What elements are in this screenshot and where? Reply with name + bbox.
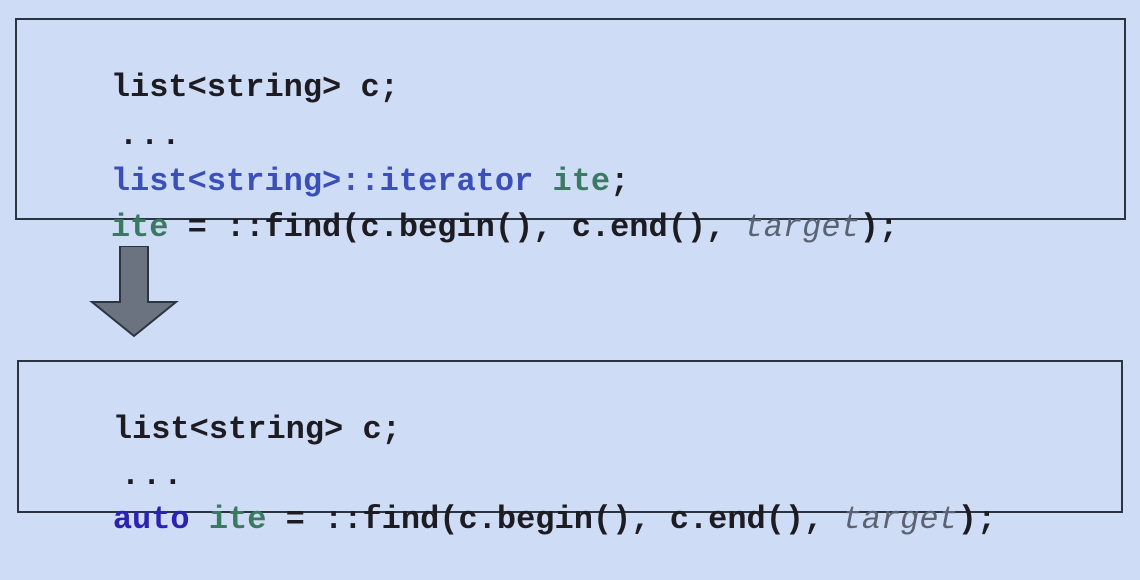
code-block-before: list<string> c; ... list<string>::iterat… xyxy=(15,18,1126,246)
code-token-param: target xyxy=(744,209,860,246)
arrow-down-icon xyxy=(89,246,179,338)
code-token-variable: ite xyxy=(110,209,169,246)
code-block-after: list<string> c; ... auto ite = ::find(c.… xyxy=(17,360,1123,538)
code-token-variable: ite xyxy=(208,501,267,538)
code-token: ); xyxy=(957,501,997,538)
code-token-keyword: auto xyxy=(112,501,190,538)
code-line-auto-find: auto ite = ::find(c.begin(), c.end(), ta… xyxy=(36,460,996,580)
code-token: ); xyxy=(859,209,899,246)
code-token-param: target xyxy=(842,501,958,538)
code-token: = ::find(c.begin(), c.end(), xyxy=(266,501,843,538)
code-token: = ::find(c.begin(), c.end(), xyxy=(168,209,745,246)
